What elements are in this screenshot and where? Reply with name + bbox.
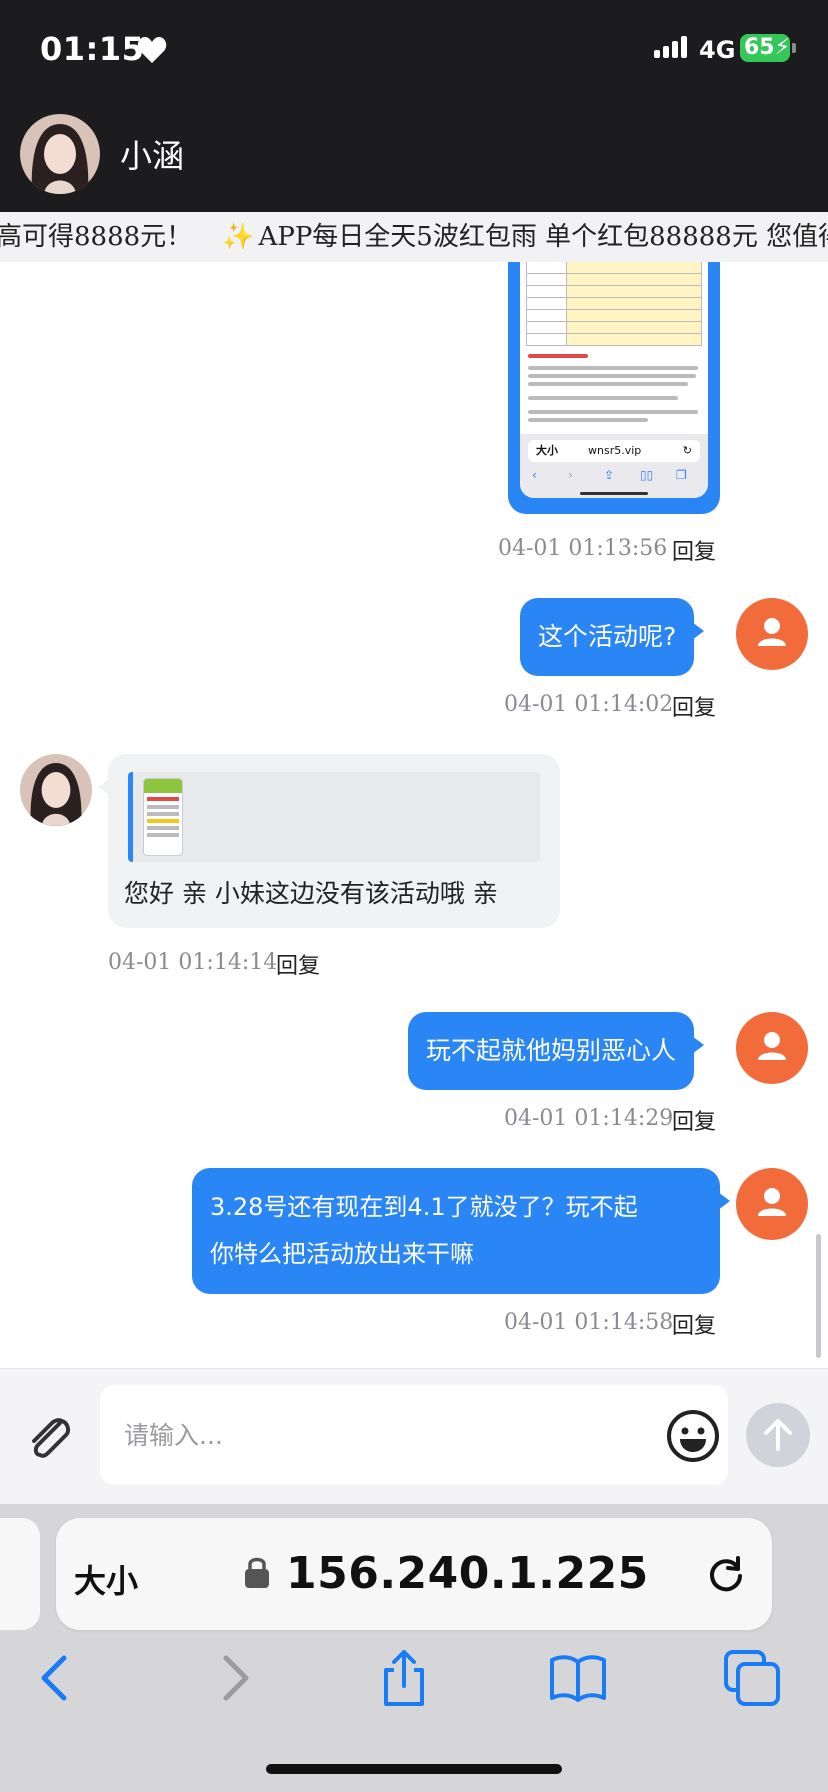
message-timestamp: 04-01 01:14:14 — [108, 950, 278, 975]
send-arrow-icon — [764, 1419, 792, 1451]
screenshot-line — [528, 382, 688, 386]
marquee-text: 最高可得8888元！ ✨APP每日全天5波红包雨 单个红包88888元 您值得拥有 — [0, 212, 828, 262]
user-icon — [758, 1032, 786, 1060]
url-text[interactable]: 156.240.1.225 — [286, 1548, 649, 1599]
attach-icon[interactable] — [22, 1409, 78, 1465]
battery-tip — [792, 43, 796, 53]
battery-level: 65 — [744, 35, 775, 60]
back-icon[interactable] — [26, 1648, 86, 1708]
marquee-text-b: APP每日全天5波红包雨 单个红包88888元 您值得拥有 — [258, 222, 828, 252]
top-bar: 01:15 4G 65⚡ 小涵 — [0, 0, 828, 228]
screenshot-home-indicator — [580, 492, 648, 495]
screenshot-url: wnsr5.vip — [588, 444, 642, 457]
tabs-icon[interactable] — [722, 1648, 782, 1708]
message-timestamp: 04-01 01:14:58 — [504, 1310, 674, 1335]
browser-toolbar: 大小 156.240.1.225 — [0, 1504, 828, 1792]
message-text: 这个活动呢? — [538, 622, 677, 651]
address-bar[interactable]: 大小 156.240.1.225 — [56, 1518, 772, 1630]
screenshot-reload-icon: ↻ — [682, 444, 692, 457]
battery-icon: 65⚡ — [740, 34, 790, 62]
message-composer — [0, 1368, 828, 1504]
user-avatar[interactable] — [736, 598, 808, 670]
message-timestamp: 04-01 01:14:02 — [504, 692, 674, 717]
user-avatar[interactable] — [736, 1012, 808, 1084]
previous-tab-peek[interactable] — [0, 1518, 40, 1630]
reply-button[interactable]: 回复 — [276, 948, 320, 980]
screenshot-url-bar: 大小 wnsr5.vip ↻ — [528, 440, 700, 462]
screenshot-tabs-icon: ❐ — [676, 468, 687, 482]
reply-button[interactable]: 回复 — [672, 1104, 716, 1136]
text-size-button[interactable]: 大小 — [74, 1556, 138, 1602]
screenshot-thumbnail[interactable]: 大小 wnsr5.vip ↻ ‹ › ⇪ ▯▯ ❐ — [520, 262, 708, 498]
outgoing-message-bubble[interactable]: 3.28号还有现在到4.1了就没了？玩不起 你特么把活动放出来干嘛 — [192, 1168, 730, 1294]
message-input[interactable] — [124, 1415, 644, 1455]
user-icon — [758, 618, 786, 646]
announcement-marquee: 最高可得8888元！ ✨APP每日全天5波红包雨 单个红包88888元 您值得拥有 — [0, 212, 828, 262]
agent-avatar[interactable] — [20, 754, 92, 826]
lock-icon — [245, 1557, 269, 1588]
contact-name: 小涵 — [120, 137, 185, 175]
incoming-message-bubble[interactable]: 您好 亲 小妹这边没有该活动哦 亲 — [98, 754, 560, 928]
screenshot-forward-icon: › — [568, 468, 573, 482]
screenshot-share-icon: ⇪ — [604, 468, 615, 482]
screenshot-text-size: 大小 — [536, 444, 558, 457]
sparkle-icon: ✨ — [222, 222, 255, 252]
screenshot-line — [528, 418, 648, 422]
share-icon[interactable] — [374, 1648, 434, 1708]
reply-button[interactable]: 回复 — [672, 534, 716, 566]
outgoing-message-bubble[interactable]: 这个活动呢? — [520, 598, 705, 676]
contact-avatar[interactable] — [20, 114, 100, 194]
user-icon — [758, 1188, 786, 1216]
image-message-bubble[interactable]: 大小 wnsr5.vip ↻ ‹ › ⇪ ▯▯ ❐ — [508, 262, 720, 514]
reply-button[interactable]: 回复 — [672, 690, 716, 722]
quoted-image-thumbnail[interactable] — [143, 778, 183, 856]
outgoing-message-bubble[interactable]: 玩不起就他妈别恶心人 — [408, 1012, 705, 1090]
message-timestamp: 04-01 01:13:56 — [498, 536, 668, 561]
chat-area[interactable]: 大小 wnsr5.vip ↻ ‹ › ⇪ ▯▯ ❐ 04-01 01:13:56… — [0, 262, 828, 1368]
message-timestamp: 04-01 01:14:29 — [504, 1106, 674, 1131]
quoted-image-reply[interactable] — [128, 772, 540, 862]
screenshot-table — [526, 262, 702, 346]
signal-icon — [654, 36, 690, 58]
network-type: 4G — [699, 36, 736, 64]
screenshot-line — [528, 396, 678, 400]
message-text-line-2: 你特么把活动放出来干嘛 — [210, 1240, 474, 1268]
screenshot-line — [528, 374, 696, 378]
heart-icon — [137, 37, 167, 63]
screenshot-browser-bar: 大小 wnsr5.vip ↻ ‹ › ⇪ ▯▯ ❐ — [520, 434, 708, 498]
message-text: 玩不起就他妈别恶心人 — [426, 1036, 677, 1065]
screenshot-line — [528, 366, 698, 370]
emoji-icon[interactable] — [666, 1409, 720, 1463]
status-time: 01:15 — [40, 30, 145, 68]
screenshot-back-icon: ‹ — [532, 468, 537, 482]
marquee-text-a: 最高可得8888元！ — [0, 222, 193, 252]
screenshot-bookmarks-icon: ▯▯ — [640, 468, 654, 482]
bookmarks-icon[interactable] — [548, 1648, 608, 1708]
screenshot-line — [528, 410, 698, 414]
send-button[interactable] — [746, 1403, 810, 1467]
reload-icon[interactable] — [704, 1552, 748, 1596]
user-avatar[interactable] — [736, 1168, 808, 1240]
home-indicator — [266, 1764, 562, 1774]
message-text: 您好 亲 小妹这边没有该活动哦 亲 — [124, 879, 498, 908]
screenshot-line — [528, 354, 588, 358]
chat-scrollbar[interactable] — [816, 1234, 821, 1358]
reply-button[interactable]: 回复 — [672, 1308, 716, 1340]
message-input-container — [100, 1385, 728, 1485]
forward-icon[interactable] — [204, 1648, 264, 1708]
message-text-line-1: 3.28号还有现在到4.1了就没了？玩不起 — [210, 1193, 638, 1221]
